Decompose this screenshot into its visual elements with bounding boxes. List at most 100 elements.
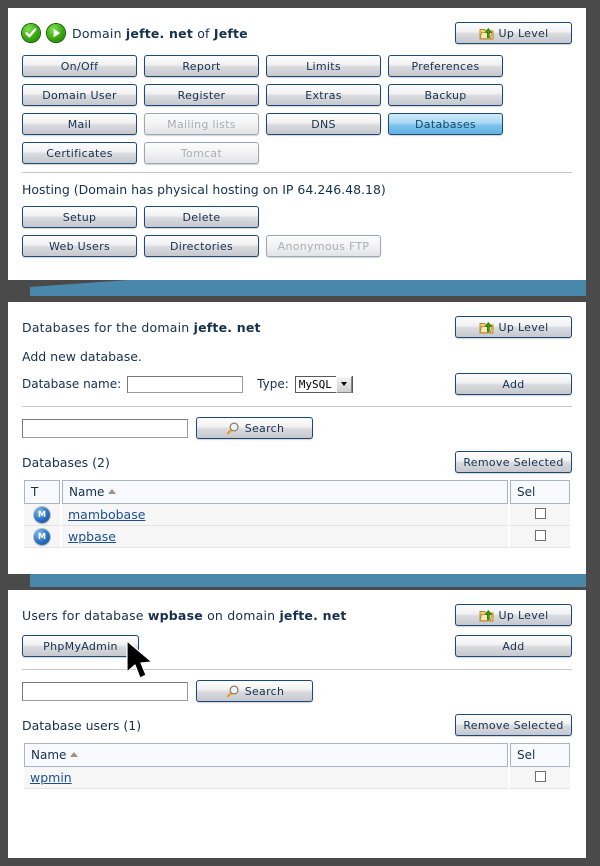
button-domain-user[interactable]: Domain User: [22, 84, 137, 106]
button-extras[interactable]: Extras: [266, 84, 381, 106]
table-row[interactable]: M mambobase: [24, 504, 570, 526]
select-cell: [510, 504, 570, 526]
folder-up-icon: [479, 26, 494, 41]
database-type-select[interactable]: MySQL: [294, 375, 353, 393]
dbusers-title-database: wpbase: [147, 607, 203, 623]
databases-table: T Name Sel M mambobase M wpbase: [22, 480, 572, 548]
button-setup[interactable]: Setup: [22, 206, 137, 228]
dbuser-name-cell: wpmin: [24, 767, 508, 789]
row-checkbox[interactable]: [534, 529, 546, 541]
databases-count: Databases (2): [22, 454, 110, 470]
row-checkbox[interactable]: [534, 770, 546, 782]
databases-title-prefix: Databases for the domain: [22, 319, 190, 335]
mysql-icon-letter: M: [34, 506, 50, 523]
button-preferences[interactable]: Preferences: [388, 55, 503, 77]
button-on-off[interactable]: On/Off: [22, 55, 137, 77]
databases-table-header-row: T Name Sel: [24, 480, 570, 504]
add-database-heading: Add new database.: [22, 349, 142, 364]
button-certificates[interactable]: Certificates: [22, 142, 137, 164]
divider-search-dbusers: [22, 669, 572, 670]
domain-button-grid: On/Off Report Limits Preferences Domain …: [22, 55, 572, 164]
button-mail[interactable]: Mail: [22, 113, 137, 135]
database-name-cell: mambobase: [62, 504, 508, 526]
database-link-wpbase[interactable]: wpbase: [68, 529, 116, 544]
database-search-button[interactable]: Search: [196, 417, 313, 439]
folder-up-icon: [479, 320, 494, 335]
panel-domain: Domain jefte. net of Jefte Up Level On/O…: [8, 8, 586, 280]
button-report[interactable]: Report: [144, 55, 259, 77]
database-link-mambobase[interactable]: mambobase: [68, 507, 145, 522]
up-level-button-dbusers[interactable]: Up Level: [455, 604, 572, 626]
hosting-button-row-2: Web Users Directories Anonymous FTP: [22, 235, 572, 257]
dbusers-title-domain: jefte. net: [279, 607, 347, 623]
remove-selected-databases-button[interactable]: Remove Selected: [455, 451, 572, 473]
table-row[interactable]: wpmin: [24, 767, 570, 789]
button-directories[interactable]: Directories: [144, 235, 259, 257]
up-level-button-databases[interactable]: Up Level: [455, 316, 572, 338]
database-name-label: Database name:: [22, 377, 122, 391]
up-level-button-domain[interactable]: Up Level: [455, 22, 572, 44]
remove-selected-dbusers-button[interactable]: Remove Selected: [455, 714, 572, 736]
up-level-label: Up Level: [498, 608, 549, 622]
database-search-input[interactable]: [22, 418, 188, 438]
domain-button-row-4: Certificates Tomcat: [22, 142, 572, 164]
button-dns[interactable]: DNS: [266, 113, 381, 135]
button-web-users[interactable]: Web Users: [22, 235, 137, 257]
sort-asc-icon: [108, 489, 117, 494]
button-databases[interactable]: Databases: [388, 113, 503, 135]
table-row[interactable]: M wpbase: [24, 526, 570, 548]
button-delete[interactable]: Delete: [144, 206, 259, 228]
column-header-name[interactable]: Name: [24, 743, 508, 767]
database-search-row: Search: [22, 417, 572, 439]
page-title-prefix: Domain: [72, 25, 122, 41]
databases-title-domain: jefte. net: [193, 319, 261, 335]
page-title-domain: jefte. net: [125, 25, 194, 41]
column-header-name-label: Name: [31, 748, 67, 762]
column-header-sel[interactable]: Sel: [510, 743, 570, 767]
divider-search-databases: [22, 406, 572, 407]
add-dbuser-button[interactable]: Add: [455, 635, 572, 657]
button-tomcat: Tomcat: [144, 142, 259, 164]
chevron-down-icon: [335, 375, 352, 393]
status-ok-icon: [22, 24, 40, 42]
add-database-button[interactable]: Add: [455, 373, 572, 395]
dbuser-link-wpmin[interactable]: wpmin: [30, 770, 72, 785]
dbusers-list-header: Database users (1) Remove Selected: [22, 714, 572, 736]
phpmyadmin-button[interactable]: PhpMyAdmin: [22, 635, 139, 657]
up-level-label: Up Level: [498, 26, 549, 40]
button-register[interactable]: Register: [144, 84, 259, 106]
dbusers-title-middle: on domain: [207, 607, 276, 623]
button-limits[interactable]: Limits: [266, 55, 381, 77]
button-backup[interactable]: Backup: [388, 84, 503, 106]
domain-button-row-2: Domain User Register Extras Backup: [22, 84, 572, 106]
page-title-middle: of: [197, 25, 210, 41]
dbuser-search-button[interactable]: Search: [196, 680, 313, 702]
database-type-value: MySQL: [298, 377, 332, 391]
page-title-owner: Jefte: [213, 25, 248, 41]
column-header-sel[interactable]: Sel: [510, 480, 570, 504]
databases-title: Databases for the domain jefte. net: [22, 320, 261, 335]
domain-button-row-3: Mail Mailing lists DNS Databases: [22, 113, 572, 135]
dbusers-table: Name Sel wpmin: [22, 743, 572, 789]
domain-button-row-1: On/Off Report Limits Preferences: [22, 55, 572, 77]
dbusers-title-prefix: Users for database: [22, 607, 144, 623]
status-active-icon: [47, 24, 65, 42]
dbuser-search-label: Search: [244, 684, 285, 698]
search-icon: [225, 421, 240, 436]
mysql-icon: M: [24, 504, 60, 526]
button-anonymous-ftp: Anonymous FTP: [266, 235, 381, 257]
dbusers-actions-row: PhpMyAdmin Add: [22, 635, 572, 657]
row-checkbox[interactable]: [534, 507, 546, 519]
panel-databases: Databases for the domain jefte. net Up L…: [8, 302, 586, 574]
mysql-icon: M: [24, 526, 60, 548]
button-mailing-lists: Mailing lists: [144, 113, 259, 135]
column-header-type[interactable]: T: [24, 480, 60, 504]
column-header-name[interactable]: Name: [62, 480, 508, 504]
select-cell: [510, 767, 570, 789]
database-name-input[interactable]: [127, 375, 244, 393]
column-header-name-label: Name: [69, 485, 105, 499]
panel-database-users: Users for database wpbase on domain jeft…: [8, 590, 586, 858]
dbuser-search-input[interactable]: [22, 681, 188, 701]
dbusers-table-header-row: Name Sel: [24, 743, 570, 767]
databases-list-header: Databases (2) Remove Selected: [22, 451, 572, 473]
